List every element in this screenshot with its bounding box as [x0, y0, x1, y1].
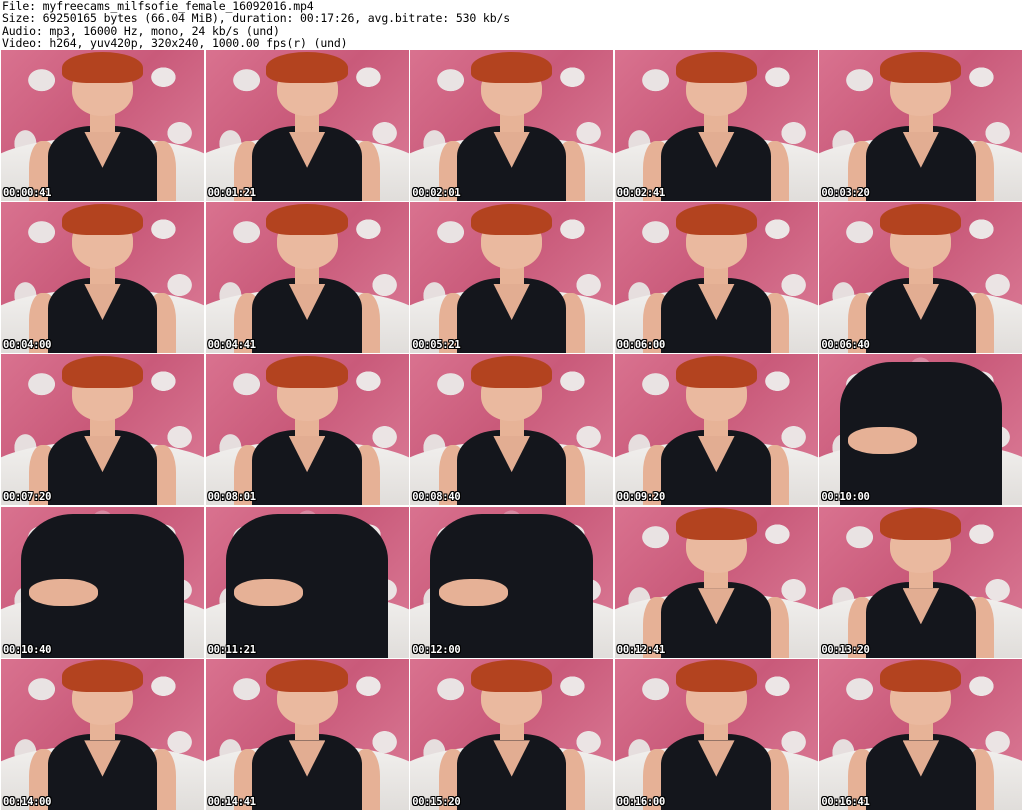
thumbnail-hair [880, 203, 962, 236]
thumbnail-hand [438, 579, 508, 607]
thumbnail-hand [847, 426, 917, 455]
thumbnail-timestamp: 00:04:00 [3, 339, 52, 352]
thumbnail-hair [880, 51, 962, 84]
thumbnail-timestamp: 00:12:00 [412, 643, 461, 656]
thumbnail-timestamp: 00:02:41 [616, 187, 665, 199]
thumbnail-hair [471, 355, 553, 388]
video-thumbnail: 00:07:20 [1, 354, 204, 506]
video-thumbnail: 00:11:21 [205, 506, 409, 658]
video-thumbnail: 00:08:40 [410, 354, 614, 506]
thumbnail-hair [471, 203, 553, 236]
thumbnail-hair [266, 355, 348, 388]
thumbnail-timestamp: 00:12:41 [616, 643, 665, 656]
thumbnail-timestamp: 00:14:00 [3, 795, 52, 808]
video-thumbnail: 00:10:40 [1, 506, 204, 658]
video-thumbnail: 00:13:20 [819, 506, 1023, 658]
thumbnail-timestamp: 00:06:00 [616, 339, 665, 352]
video-thumbnail: 00:03:20 [819, 50, 1023, 201]
video-thumbnail: 00:12:41 [614, 506, 818, 658]
thumbnail-timestamp: 00:07:20 [3, 491, 52, 504]
video-thumbnail: 00:16:00 [614, 658, 818, 810]
thumbnail-timestamp: 00:16:00 [616, 795, 665, 808]
thumbnail-hand [29, 579, 99, 607]
thumbnail-hair [471, 660, 553, 692]
thumbnail-timestamp: 00:03:20 [821, 187, 870, 199]
video-thumbnail: 00:15:20 [410, 658, 614, 810]
video-thumbnail: 00:04:00 [1, 202, 204, 354]
thumbnail-hair [61, 51, 144, 84]
video-thumbnail: 00:10:00 [819, 354, 1023, 506]
thumbnail-hair [266, 660, 348, 692]
thumbnail-hair [675, 660, 757, 692]
thumbnail-timestamp: 00:11:21 [207, 643, 256, 656]
thumbnail-timestamp: 00:04:41 [207, 339, 256, 352]
video-thumbnail: 00:14:00 [1, 658, 204, 810]
thumbnail-hand [234, 579, 304, 607]
video-thumbnail: 00:02:01 [410, 50, 614, 201]
thumbnail-grid: 00:00:41 00:01:21 00:02:01 00:02:41 00:03:20… [0, 50, 1024, 811]
video-thumbnail: 00:02:41 [614, 50, 818, 201]
thumbnail-hair [266, 203, 348, 236]
thumbnail-hair [61, 660, 144, 692]
video-thumbnail: 00:06:40 [819, 202, 1023, 354]
thumbnail-hair [266, 51, 348, 84]
thumbnail-hair [880, 660, 962, 692]
file-info-header: File: myfreecams_milfsofie_female_160920… [2, 0, 1020, 50]
video-thumbnail: 00:00:41 [1, 50, 204, 201]
thumbnail-timestamp: 00:15:20 [412, 795, 461, 808]
thumbnail-hair [675, 508, 757, 540]
thumbnail-timestamp: 00:02:01 [412, 187, 461, 199]
video-thumbnail: 00:04:41 [205, 202, 409, 354]
thumbnail-hair [61, 355, 144, 388]
thumbnail-timestamp: 00:06:40 [821, 339, 870, 352]
file-size-line: Size: 69250165 bytes (66.04 MiB), durati… [2, 11, 511, 26]
video-thumbnail: 00:16:41 [819, 658, 1023, 810]
video-thumbnail: 00:09:20 [614, 354, 818, 506]
thumbnail-timestamp: 00:13:20 [821, 643, 870, 656]
video-thumbnail: 00:14:41 [205, 658, 409, 810]
thumbnail-hair [471, 51, 553, 84]
video-thumbnail: 00:12:00 [410, 506, 614, 658]
thumbnail-timestamp: 00:10:00 [821, 491, 870, 504]
video-info-line: Video: h264, yuv420p, 320x240, 1000.00 f… [2, 36, 348, 51]
thumbnail-timestamp: 00:09:20 [616, 491, 665, 504]
thumbnail-timestamp: 00:10:40 [3, 643, 52, 656]
thumbnail-timestamp: 00:00:41 [3, 187, 52, 199]
thumbnail-timestamp: 00:05:21 [412, 339, 461, 352]
thumbnail-hair [675, 203, 757, 236]
thumbnail-timestamp: 00:01:21 [207, 187, 256, 199]
video-thumbnail: 00:05:21 [410, 202, 614, 354]
thumbnail-hair [61, 203, 144, 236]
thumbnail-timestamp: 00:08:40 [412, 491, 461, 504]
thumbnail-timestamp: 00:14:41 [207, 795, 256, 808]
video-thumbnail: 00:01:21 [205, 50, 409, 201]
thumbnail-timestamp: 00:16:41 [821, 795, 870, 808]
thumbnail-timestamp: 00:08:01 [207, 491, 256, 504]
video-thumbnail: 00:06:00 [614, 202, 818, 354]
video-thumbnail: 00:08:01 [205, 354, 409, 506]
thumbnail-hair [880, 508, 962, 540]
thumbnail-hair [675, 355, 757, 388]
thumbnail-hair [675, 51, 757, 84]
